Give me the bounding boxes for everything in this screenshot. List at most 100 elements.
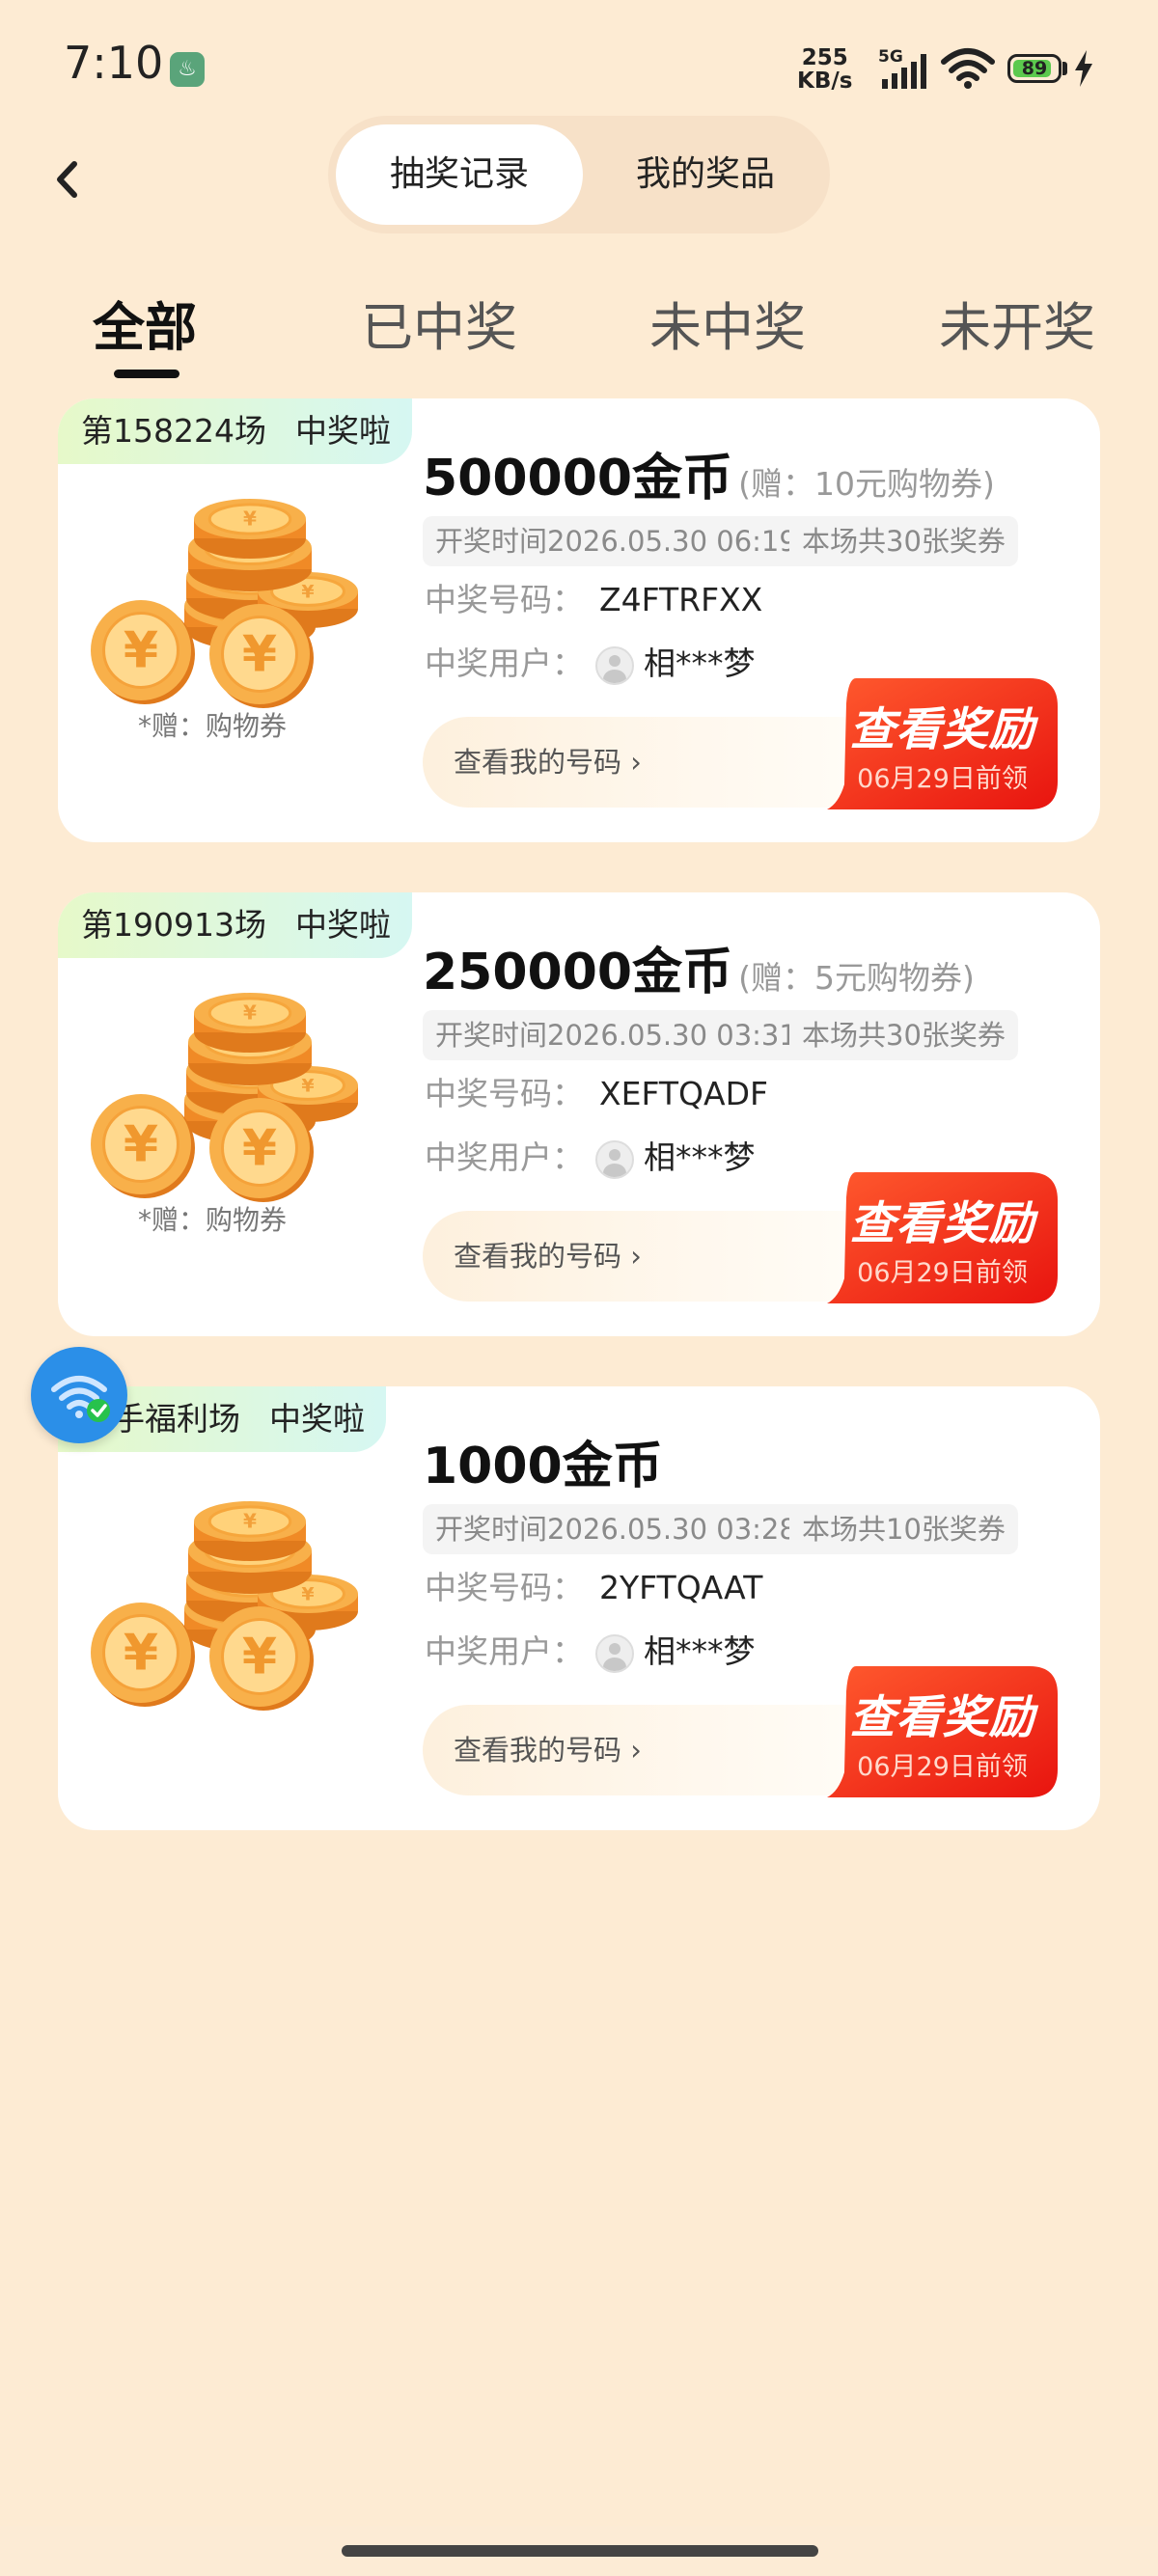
winner-row: 中奖用户： 相***梦 [425,1626,756,1673]
tab-draw-records[interactable]: 抽奖记录 [336,124,583,225]
session-tag: 第190913场 中奖啦 [58,892,412,958]
view-reward-button[interactable]: 查看奖励 06月29日前领 [827,1172,1058,1303]
gold-coins-icon: ¥¥¥¥¥¥¥ [91,1501,358,1711]
winner-row: 中奖用户： 相***梦 [425,638,756,685]
view-reward-label: 查看奖励 [849,703,1035,756]
view-my-numbers-button[interactable]: 查看我的号码 › [423,717,886,808]
winner-label: 中奖用户： [425,1138,584,1176]
lottery-record-card: 第190913场中奖啦 ¥¥¥¥¥¥¥ *赠：购物券 250000金币(赠：5元… [58,892,1100,1336]
coupon-note: *赠：购物券 [137,710,287,742]
filter-tab-not-drawn[interactable]: 未开奖 [939,285,1095,361]
svg-text:¥: ¥ [301,1075,314,1096]
prize-line: 250000金币 (赠：5元购物券) [423,931,975,1003]
winner-row: 中奖用户： 相***梦 [425,1132,756,1179]
prize-line: 1000金币 [423,1425,663,1497]
network-speed-value: 255 [801,45,848,70]
winner-name: 相***梦 [644,644,756,682]
prize-title: 1000金币 [423,1438,663,1495]
svg-text:¥: ¥ [242,626,277,684]
svg-text:¥: ¥ [243,1510,257,1533]
status-time: 7:10 [64,37,164,89]
winning-number-label: 中奖号码： [425,1569,584,1606]
svg-text:¥: ¥ [243,1001,257,1025]
session-name: 第190913场 [81,906,266,944]
charging-bolt-icon [1075,50,1092,87]
svg-text:¥: ¥ [301,581,314,602]
svg-text:¥: ¥ [124,1625,158,1683]
winner-label: 中奖用户： [425,1632,584,1670]
wifi-connected-icon [51,1376,110,1422]
avatar-icon [595,1633,634,1673]
battery-level: 89 [1021,58,1048,79]
winning-number: Z4FTRFXX [599,581,763,618]
coupon-note: *赠：购物券 [137,1204,287,1236]
winning-number: 2YFTQAAT [599,1569,763,1606]
prize-line: 500000金币 (赠：10元购物券) [423,437,995,509]
lottery-record-card: 新手福利场中奖啦 ¥¥¥¥¥¥¥ 1000金币 开奖时间2026.05.30 0… [58,1386,1100,1830]
draw-time-chip: 开奖时间2026.05.30 03:28 [423,1504,810,1554]
battery-icon: 89 [1007,54,1062,83]
view-reward-button[interactable]: 查看奖励 06月29日前领 [827,1666,1058,1797]
draw-time-chip: 开奖时间2026.05.30 03:31 [423,1010,810,1060]
prize-title: 250000金币 [423,944,733,1001]
reward-deadline: 06月29日前领 [857,764,1028,794]
app-notification-icon: ♨ [170,52,205,87]
reward-deadline: 06月29日前领 [857,1752,1028,1782]
winning-number-row: 中奖号码： Z4FTRFXX [425,574,762,620]
winning-number-row: 中奖号码： 2YFTQAAT [425,1562,762,1608]
prize-title: 500000金币 [423,450,733,507]
svg-text:¥: ¥ [243,507,257,531]
cellular-signal-icon: 5G [878,48,926,89]
view-reward-label: 查看奖励 [849,1197,1035,1250]
view-my-numbers-button[interactable]: 查看我的号码 › [423,1211,886,1302]
winning-number-row: 中奖号码： XEFTQADF [425,1068,768,1114]
floating-wifi-button[interactable] [31,1347,127,1443]
filter-active-indicator [114,370,179,378]
filter-tab-not-won[interactable]: 未中奖 [649,285,806,361]
record-type-switch: 抽奖记录 我的奖品 [328,116,830,233]
view-reward-label: 查看奖励 [849,1691,1035,1744]
network-type-label: 5G [878,48,903,67]
svg-text:¥: ¥ [242,1120,277,1178]
tab-my-prizes[interactable]: 我的奖品 [589,124,822,225]
winner-label: 中奖用户： [425,644,584,682]
avatar-icon [595,645,634,685]
svg-text:¥: ¥ [124,1116,158,1174]
wifi-icon [941,48,995,89]
session-name: 第158224场 [81,412,266,450]
chevron-left-icon [57,161,77,198]
prize-bonus: (赠：5元购物券) [738,959,975,997]
gold-coins-icon: ¥¥¥¥¥¥¥ [91,993,358,1202]
home-indicator[interactable] [342,2545,818,2557]
filter-tab-won[interactable]: 已中奖 [361,285,517,361]
won-label: 中奖啦 [294,412,391,450]
prize-bonus: (赠：10元购物券) [738,465,995,503]
winner-name: 相***梦 [644,1138,756,1176]
lottery-record-card: 第158224场中奖啦 ¥¥¥¥¥¥¥ *赠：购物券 500000金币(赠：10… [58,398,1100,842]
draw-time-chip: 开奖时间2026.05.30 06:19 [423,516,810,566]
winning-number: XEFTQADF [599,1075,768,1112]
gold-coins-icon: ¥¥¥¥¥¥¥ [91,499,358,708]
svg-text:¥: ¥ [242,1629,277,1686]
view-my-numbers-button[interactable]: 查看我的号码 › [423,1705,886,1795]
ticket-count-chip: 本场共10张奖券 [789,1504,1018,1554]
reward-deadline: 06月29日前领 [857,1258,1028,1288]
filter-tab-all[interactable]: 全部 [93,285,197,361]
network-speed-unit: KB/s [797,69,853,94]
winning-number-label: 中奖号码： [425,1075,584,1112]
battery-nub [1062,62,1067,75]
avatar-icon [595,1139,634,1179]
won-label: 中奖啦 [294,906,391,944]
winning-number-label: 中奖号码： [425,581,584,618]
svg-text:¥: ¥ [124,622,158,680]
ticket-count-chip: 本场共30张奖券 [789,516,1018,566]
winner-name: 相***梦 [644,1632,756,1670]
session-tag: 第158224场 中奖啦 [58,398,412,464]
status-bar: 7:10 ♨ 255 KB/s 5G 89 [0,0,1158,135]
ticket-count-chip: 本场共30张奖券 [789,1010,1018,1060]
won-label: 中奖啦 [269,1400,365,1438]
network-speed: 255 KB/s [797,46,852,93]
back-button[interactable] [39,145,96,212]
view-reward-button[interactable]: 查看奖励 06月29日前领 [827,678,1058,809]
svg-text:¥: ¥ [301,1583,314,1604]
